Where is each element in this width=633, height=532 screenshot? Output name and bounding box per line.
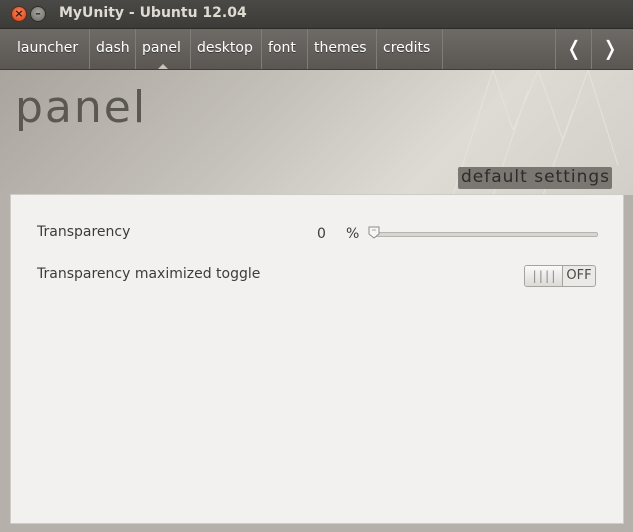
title-bar: × – MyUnity - Ubuntu 12.04 [0,0,633,29]
nav-next-button[interactable]: ❭ [591,29,628,69]
minimize-window-button[interactable]: – [30,6,46,22]
close-icon: × [14,7,24,20]
page-header: panel default settings [0,70,633,195]
transparency-slider-track[interactable] [374,232,598,237]
tab-font[interactable]: font [262,29,308,69]
tab-panel[interactable]: panel [136,29,191,69]
transparency-slider-handle[interactable] [368,226,380,239]
tab-dash[interactable]: dash [90,29,136,69]
tab-themes[interactable]: themes [308,29,377,69]
chevron-right-icon: ❭ [601,36,619,60]
default-settings-button[interactable]: default settings [458,167,613,189]
close-window-button[interactable]: × [11,6,27,22]
chevron-left-icon: ❬ [565,36,583,60]
transparency-maximized-switch[interactable]: |||| OFF [524,265,596,287]
settings-panel: Transparency 0 % Transparency maximized … [10,194,624,524]
tab-credits[interactable]: credits [377,29,443,69]
nav-prev-button[interactable]: ❬ [555,29,592,69]
window-title: MyUnity - Ubuntu 12.04 [59,5,247,21]
switch-grip: |||| [525,266,563,286]
switch-state-label: OFF [566,268,592,283]
minimize-icon: – [35,7,41,20]
page-title: panel [15,82,148,133]
maximized-toggle-label: Transparency maximized toggle [37,266,261,282]
transparency-label: Transparency [37,224,131,240]
nav-bar: launcher dash panel desktop font themes … [0,29,633,70]
tab-launcher[interactable]: launcher [11,29,90,69]
transparency-unit: % [346,226,360,242]
tab-desktop[interactable]: desktop [191,29,262,69]
transparency-value: 0 [317,226,326,242]
myunity-window: × – MyUnity - Ubuntu 12.04 launcher dash… [0,0,633,532]
